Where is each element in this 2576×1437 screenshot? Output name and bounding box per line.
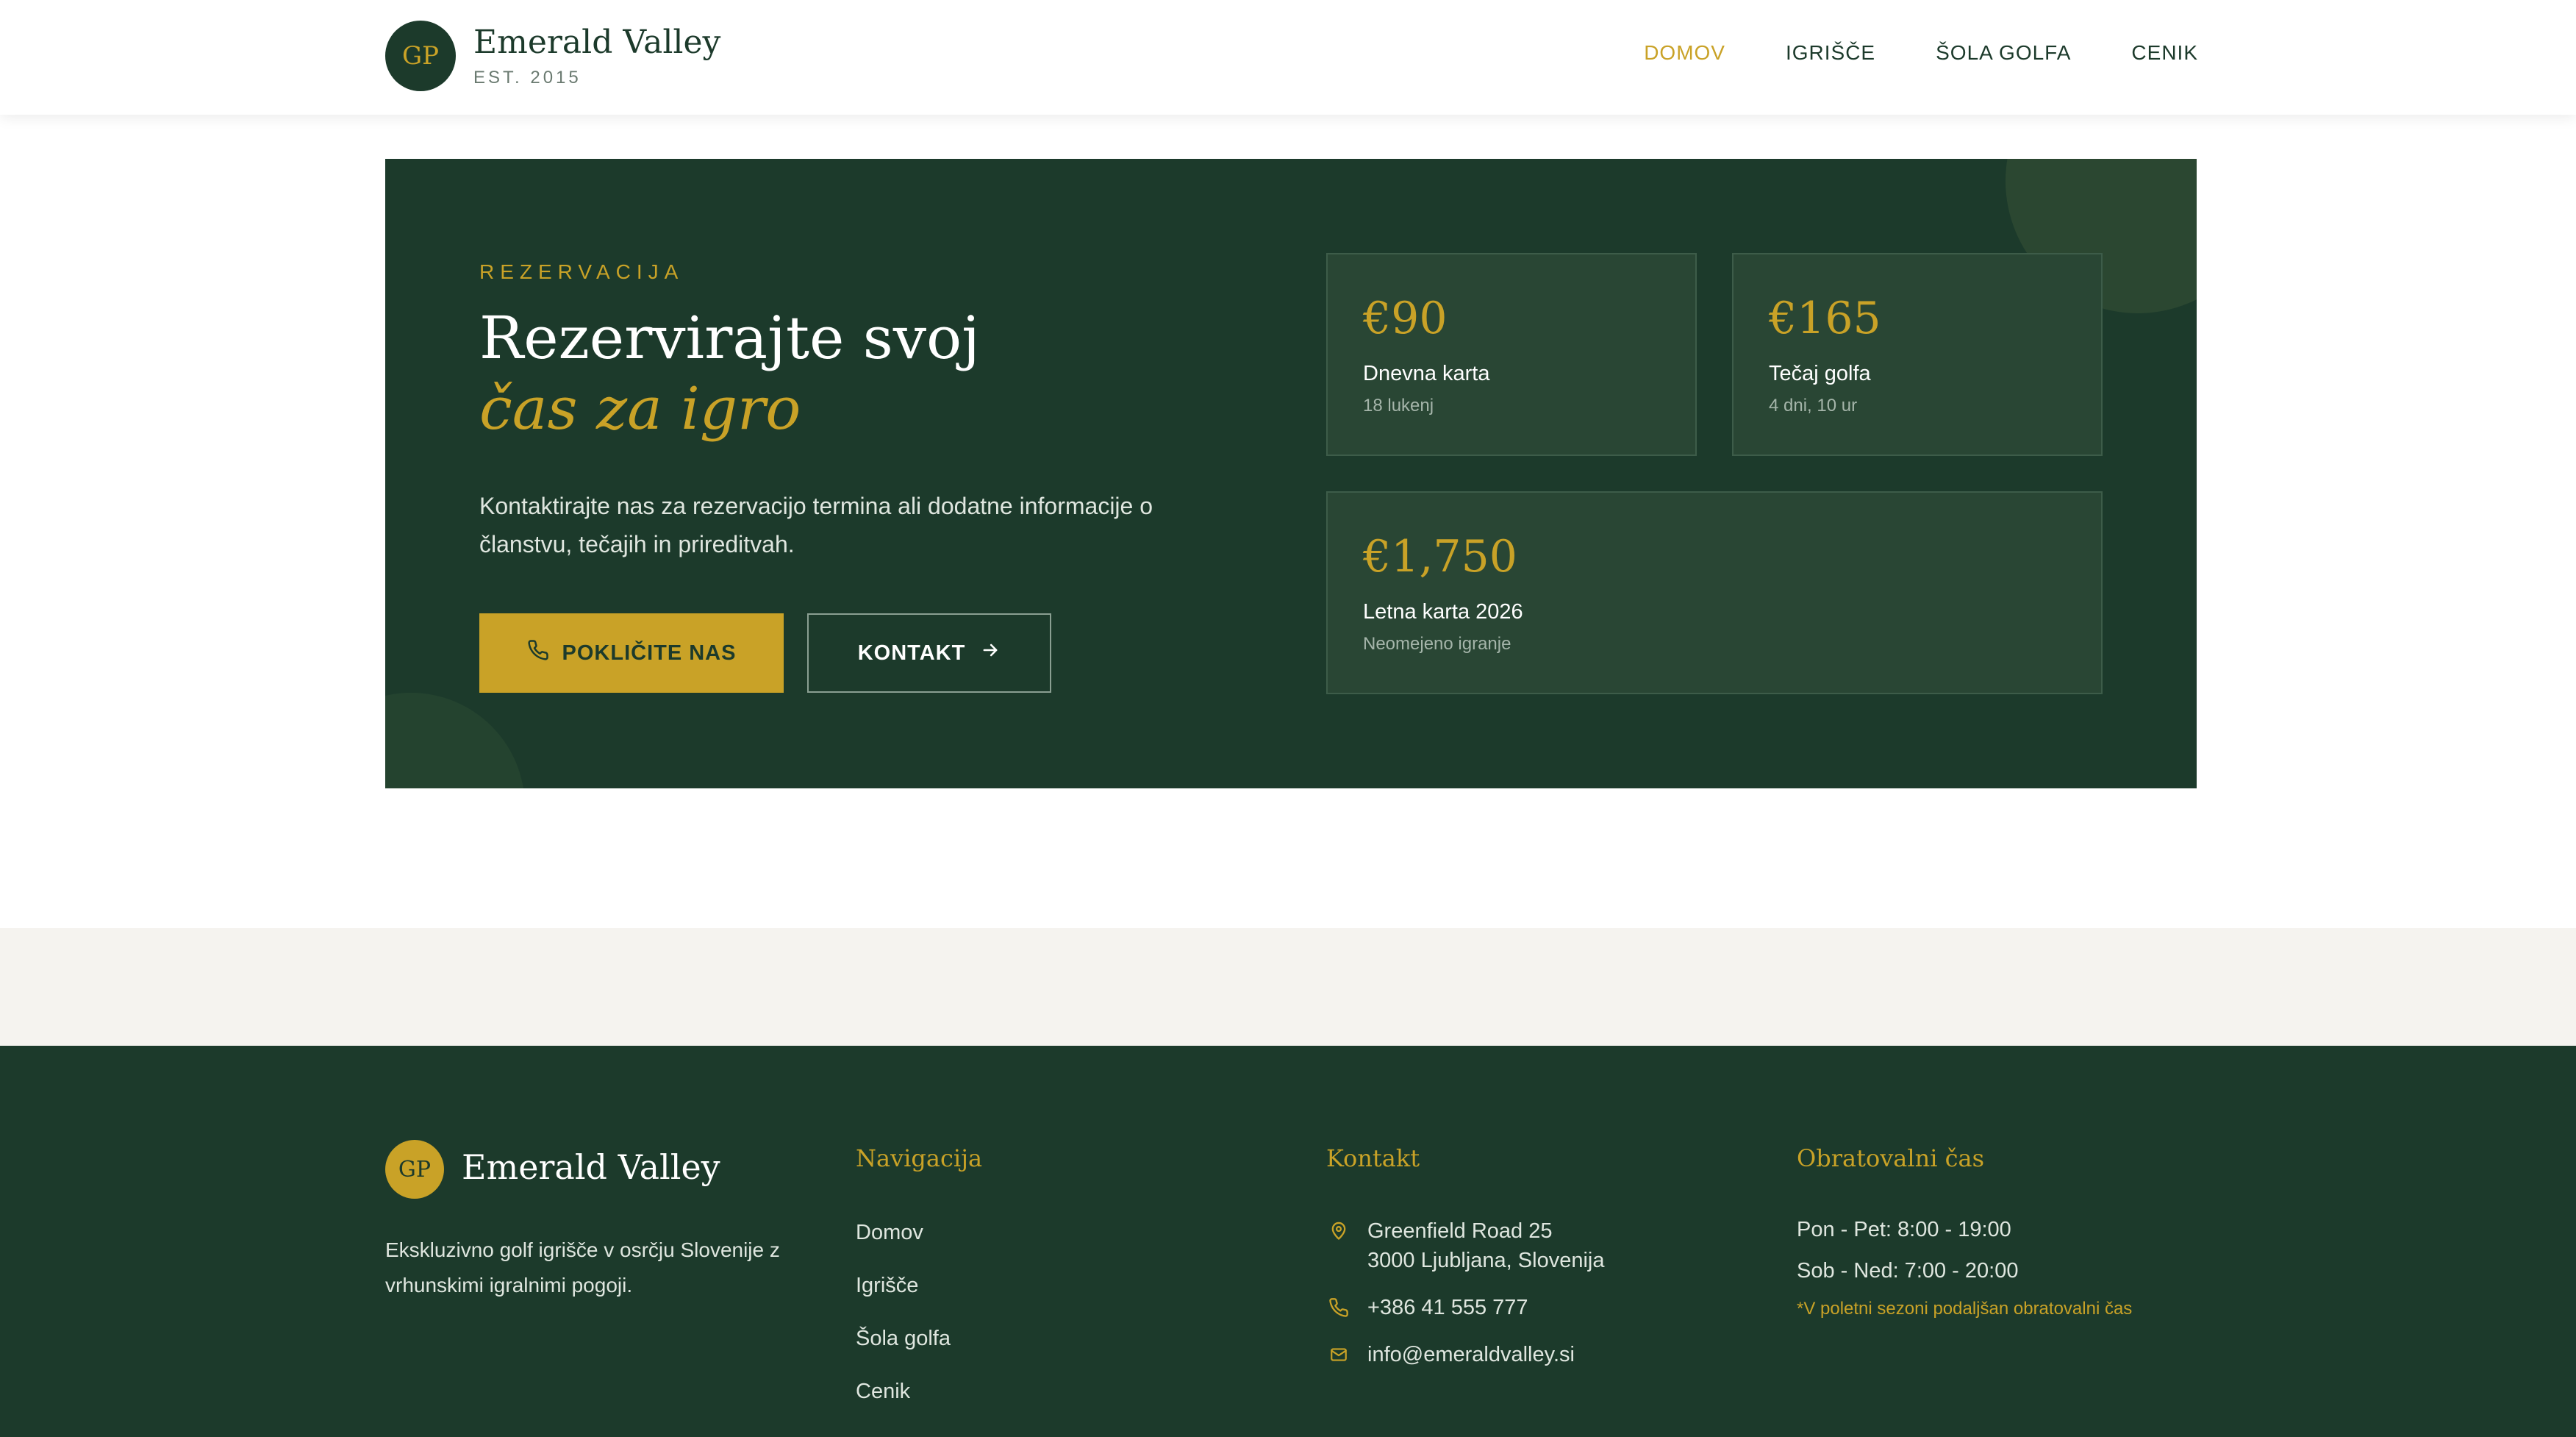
contact-button-label: KONTAKT: [857, 641, 966, 665]
price-detail: 4 dni, 10 ur: [1769, 396, 1858, 416]
hero-title-accent: čas za igro: [479, 374, 801, 443]
hero-title: Rezervirajte svoj: [479, 304, 980, 372]
nav-item-domov[interactable]: DOMOV: [1644, 41, 1725, 65]
price-card-annual: €1,750 Letna karta 2026 Neomejeno igranj…: [1326, 491, 2103, 694]
site-footer: GP Emerald Valley Ekskluzivno golf igriš…: [0, 1046, 2576, 1437]
nav-item-igrisce[interactable]: IGRIŠČE: [1786, 41, 1875, 65]
address-line-2: 3000 Ljubljana, Slovenija: [1367, 1249, 1605, 1272]
arrow-right-icon: [980, 640, 1001, 666]
brand-name[interactable]: Emerald Valley: [473, 24, 720, 61]
phone-number: +386 41 555 777: [1367, 1296, 1528, 1319]
logo-badge[interactable]: GP: [385, 21, 456, 91]
price-value: €165: [1769, 293, 1881, 344]
footer-email[interactable]: info@emeraldvalley.si: [1326, 1340, 1575, 1369]
footer-description: Ekskluzivno golf igrišče v osrčju Sloven…: [385, 1238, 780, 1297]
price-detail: Neomejeno igranje: [1363, 634, 1511, 654]
call-button[interactable]: POKLIČITE NAS: [479, 613, 784, 693]
price-label: Tečaj golfa: [1769, 362, 1871, 385]
brand-established: EST. 2015: [473, 68, 582, 88]
price-detail: 18 lukenj: [1363, 396, 1434, 416]
footer-logo-badge[interactable]: GP: [385, 1140, 444, 1199]
price-label: Dnevna karta: [1363, 362, 1490, 385]
footer-address: Greenfield Road 25 3000 Ljubljana, Slove…: [1326, 1216, 1604, 1275]
nav-item-cenik[interactable]: CENIK: [2131, 41, 2198, 65]
nav-item-sola-golfa[interactable]: ŠOLA GOLFA: [1936, 41, 2071, 65]
footer-link-cenik[interactable]: Cenik: [856, 1380, 910, 1404]
footer-link-domov[interactable]: Domov: [856, 1221, 923, 1245]
section-eyebrow: REZERVACIJA: [479, 260, 684, 283]
price-value: €1,750: [1363, 531, 1517, 582]
reservation-section: REZERVACIJA Rezervirajte svoj čas za igr…: [385, 159, 2197, 788]
footer-link-igrisce[interactable]: Igrišče: [856, 1274, 918, 1298]
decorative-circle: [385, 693, 525, 788]
call-button-label: POKLIČITE NAS: [562, 641, 737, 665]
phone-icon: [527, 639, 549, 667]
price-value: €90: [1363, 293, 1448, 344]
address-line-1: Greenfield Road 25: [1367, 1219, 1553, 1243]
location-pin-icon: [1326, 1216, 1351, 1246]
price-label: Letna karta 2026: [1363, 600, 1523, 624]
footer-phone[interactable]: +386 41 555 777: [1326, 1293, 1528, 1322]
hero-description: Kontaktirajte nas za rezervacijo termina…: [479, 493, 1153, 557]
footer-hours-heading: Obratovalni čas: [1797, 1144, 1985, 1172]
hours-weekend: Sob - Ned: 7:00 - 20:00: [1797, 1259, 2019, 1283]
footer-brand-name[interactable]: Emerald Valley: [462, 1147, 720, 1187]
footer-contact-heading: Kontakt: [1326, 1144, 1420, 1172]
mail-icon: [1326, 1340, 1351, 1369]
contact-button[interactable]: KONTAKT: [807, 613, 1051, 693]
footer-link-sola-golfa[interactable]: Šola golfa: [856, 1327, 951, 1351]
price-card-course: €165 Tečaj golfa 4 dni, 10 ur: [1732, 253, 2103, 456]
email-address: info@emeraldvalley.si: [1367, 1343, 1575, 1366]
hours-note: *V poletni sezoni podaljšan obratovalni …: [1797, 1299, 2133, 1319]
section-divider-strip: [0, 928, 2576, 1046]
site-header: GP Emerald Valley EST. 2015 DOMOV IGRIŠČ…: [0, 0, 2576, 115]
hours-weekdays: Pon - Pet: 8:00 - 19:00: [1797, 1218, 2011, 1241]
footer-nav-heading: Navigacija: [856, 1144, 983, 1172]
price-card-day: €90 Dnevna karta 18 lukenj: [1326, 253, 1697, 456]
phone-icon: [1326, 1293, 1351, 1322]
main-nav: DOMOV IGRIŠČE ŠOLA GOLFA CENIK: [1644, 41, 2198, 65]
